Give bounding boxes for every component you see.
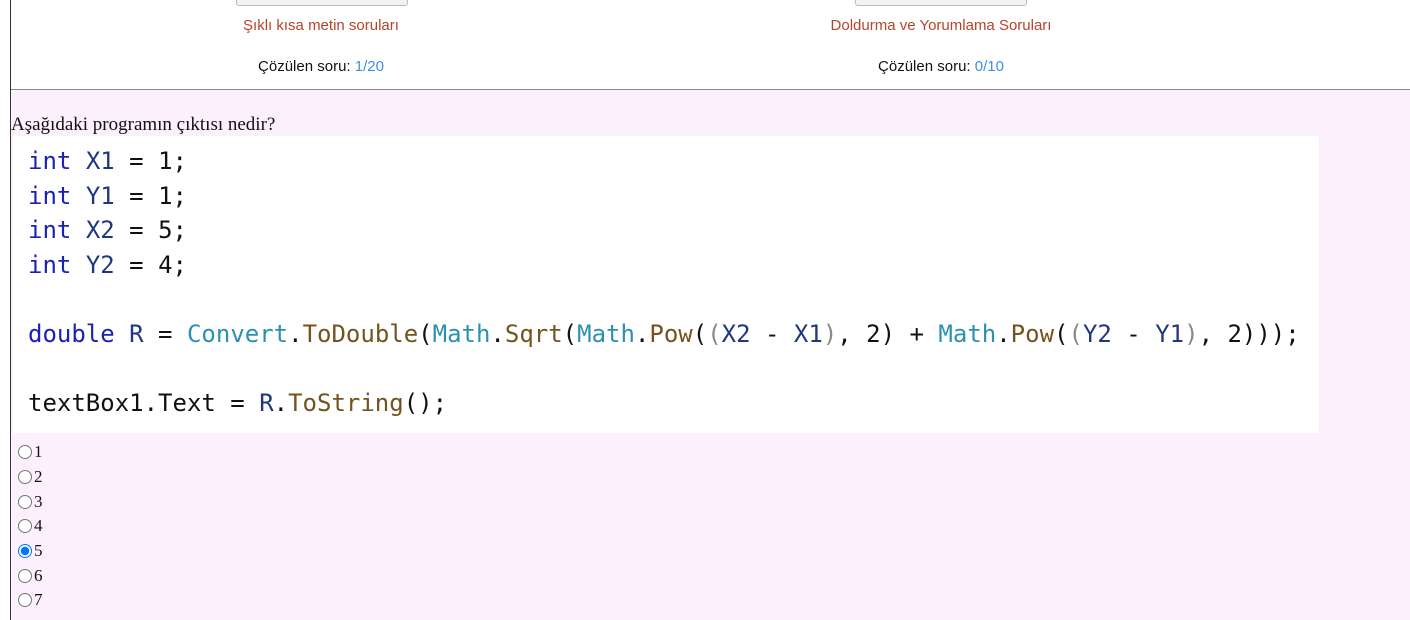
code-token: Pow [649, 319, 693, 348]
answer-label: 1 [34, 442, 43, 462]
solved-label: Çözülen soru: [258, 58, 351, 75]
code-token: . [288, 319, 303, 348]
code-token: Y1 [85, 181, 115, 210]
answer-label: 6 [34, 565, 43, 585]
code-token: int [28, 181, 72, 210]
code-token: . [996, 319, 1011, 348]
code-line: int Y2 = 4; [28, 248, 1319, 283]
code-token: = 4; [114, 250, 187, 279]
code-token: Y2 [1082, 319, 1112, 348]
code-token: = 1; [114, 181, 187, 210]
code-token: int [28, 250, 72, 279]
code-token: X1 [85, 147, 115, 175]
answer-label: 7 [34, 590, 43, 610]
code-token: ( [562, 319, 578, 348]
code-token: int [28, 147, 72, 175]
question-panel: Aşağıdaki programın çıktısı nedir? int X… [11, 90, 1410, 620]
code-token: R [129, 319, 144, 348]
solved-count-2: Çözülen soru: 0/10 [641, 58, 1241, 75]
code-token: int [28, 216, 72, 245]
code-line: int X1 = 1; [28, 144, 1319, 179]
answer-option[interactable]: 2 [16, 465, 43, 490]
answer-option[interactable]: 5 [16, 539, 43, 564]
answer-label: 4 [34, 516, 43, 536]
code-block: int X1 = 1; int Y1 = 1; int X2 = 5; int Y2 … [13, 136, 1319, 433]
code-token: textBox1.Text = [28, 389, 260, 418]
answer-option[interactable]: 6 [16, 563, 43, 588]
answer-options: 1 2 3 4 5 6 7 [16, 440, 43, 613]
code-token: Math [938, 319, 997, 348]
answer-radio[interactable] [18, 494, 32, 509]
answer-label: 3 [34, 491, 43, 511]
code-token: = 5; [114, 216, 187, 245]
solved-count-1: Çözülen soru: 1/20 [21, 58, 621, 75]
answer-radio[interactable] [18, 519, 32, 534]
category-button-1[interactable] [236, 0, 408, 6]
code-token: Pow [1010, 319, 1055, 348]
category-header: Şıklı kısa metin soruları Çözülen soru: … [11, 0, 1410, 90]
code-token: . [634, 319, 650, 348]
code-token: R [259, 389, 274, 418]
code-token: . [490, 319, 505, 348]
solved-value: 0/10 [974, 58, 1004, 75]
code-token: = [143, 319, 187, 348]
code-token: ( [1054, 319, 1069, 348]
solved-label: Çözülen soru: [878, 58, 971, 75]
code-token: = 1; [114, 147, 187, 175]
code-token: X2 [85, 216, 115, 245]
answer-label: 2 [34, 467, 43, 487]
code-line: int X2 = 5; [28, 213, 1319, 248]
code-token: . [273, 389, 289, 418]
code-token: Math [577, 319, 635, 348]
question-text: Aşağıdaki programın çıktısı nedir? [11, 114, 276, 135]
answer-option[interactable]: 3 [16, 489, 43, 514]
answer-radio[interactable] [18, 445, 32, 460]
answer-option[interactable]: 7 [16, 588, 43, 613]
code-token: ( [692, 319, 708, 348]
code-token: , 2) + [837, 319, 939, 348]
code-token: Convert [186, 319, 289, 348]
answer-option[interactable]: 4 [16, 514, 43, 539]
category-title-2[interactable]: Doldurma ve Yorumlama Soruları [641, 17, 1241, 34]
code-token: (); [403, 389, 448, 418]
code-token: ) [822, 319, 838, 348]
code-token: ToString [288, 389, 404, 418]
code-token: ToDouble [302, 319, 419, 348]
code-token: , 2))); [1198, 319, 1300, 348]
code-token: ) [1184, 319, 1199, 348]
category-button-2[interactable] [855, 0, 1027, 6]
code-line: double R = Convert.ToDouble(Math.Sqrt(Ma… [28, 317, 1319, 352]
answer-option[interactable]: 1 [16, 440, 43, 465]
code-token: Math [432, 319, 491, 348]
code-token: ( [707, 319, 722, 348]
answer-radio[interactable] [18, 544, 32, 559]
code-line: textBox1.Text = R.ToString(); [28, 386, 1319, 421]
code-token: X2 [721, 319, 751, 348]
code-token: Sqrt [504, 319, 563, 348]
answer-radio[interactable] [18, 593, 32, 608]
code-line: int Y1 = 1; [28, 179, 1319, 214]
code-token: - [1111, 319, 1156, 348]
code-token: double [28, 319, 115, 348]
answer-label: 5 [34, 541, 43, 561]
answer-radio[interactable] [18, 470, 32, 485]
solved-value: 1/20 [354, 58, 384, 75]
answer-radio[interactable] [18, 568, 32, 583]
code-token: X1 [793, 319, 823, 348]
code-token: - [750, 319, 794, 348]
category-title-1[interactable]: Şıklı kısa metin soruları [21, 17, 621, 34]
code-token: ( [418, 319, 433, 348]
page-frame: Şıklı kısa metin soruları Çözülen soru: … [10, 0, 1410, 620]
code-token: Y1 [1155, 319, 1185, 348]
code-token: ( [1068, 319, 1083, 348]
code-token: Y2 [85, 250, 115, 279]
